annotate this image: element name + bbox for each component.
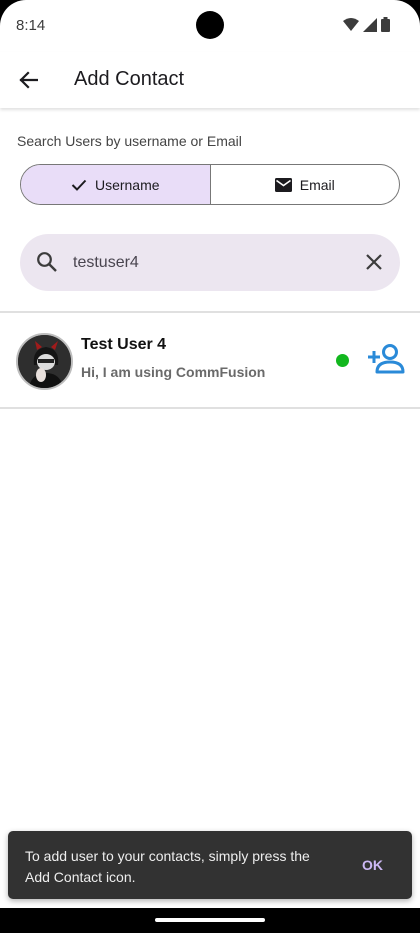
status-time: 8:14 [16, 17, 46, 34]
search-icon [37, 252, 57, 272]
search-bar [20, 234, 400, 291]
check-icon [71, 179, 87, 191]
search-hint: Search Users by username or Email [17, 133, 242, 149]
divider [0, 407, 420, 409]
snackbar: To add user to your contacts, simply pre… [8, 831, 412, 899]
arrow-back-icon [19, 71, 38, 89]
user-name: Test User 4 [81, 336, 167, 353]
search-input[interactable] [73, 234, 343, 291]
wifi-icon [343, 17, 359, 31]
snackbar-ok-button[interactable]: OK [362, 857, 383, 873]
back-button[interactable] [14, 66, 42, 94]
close-icon[interactable] [364, 252, 384, 272]
signal-icon [363, 17, 377, 32]
battery-icon [381, 17, 390, 32]
avatar [16, 333, 73, 390]
snackbar-message: To add user to your contacts, simply pre… [25, 848, 310, 885]
status-icons [343, 17, 390, 32]
navigation-bar [0, 908, 420, 933]
camera-cutout [196, 11, 224, 39]
username-mode-button[interactable]: Username [21, 165, 211, 204]
avatar-image [18, 335, 71, 388]
email-mode-label: Email [299, 176, 335, 193]
mail-icon [274, 177, 292, 192]
status-bar: 8:14 [0, 0, 420, 52]
add-contact-button[interactable] [366, 343, 406, 379]
screen: 8:14 Add Contact Search Users by usernam… [0, 0, 420, 933]
online-indicator [336, 354, 349, 367]
home-handle[interactable] [155, 918, 265, 922]
page-title: Add Contact [74, 68, 185, 90]
username-mode-label: Username [94, 176, 160, 193]
search-mode-toggle: Username Email [20, 164, 400, 205]
list-item[interactable]: Test User 4 Hi, I am using CommFusion [0, 313, 420, 409]
email-mode-button[interactable]: Email [211, 165, 400, 204]
user-status: Hi, I am using CommFusion [81, 364, 266, 380]
person-add-icon [368, 344, 405, 374]
app-bar: Add Contact [0, 52, 420, 108]
